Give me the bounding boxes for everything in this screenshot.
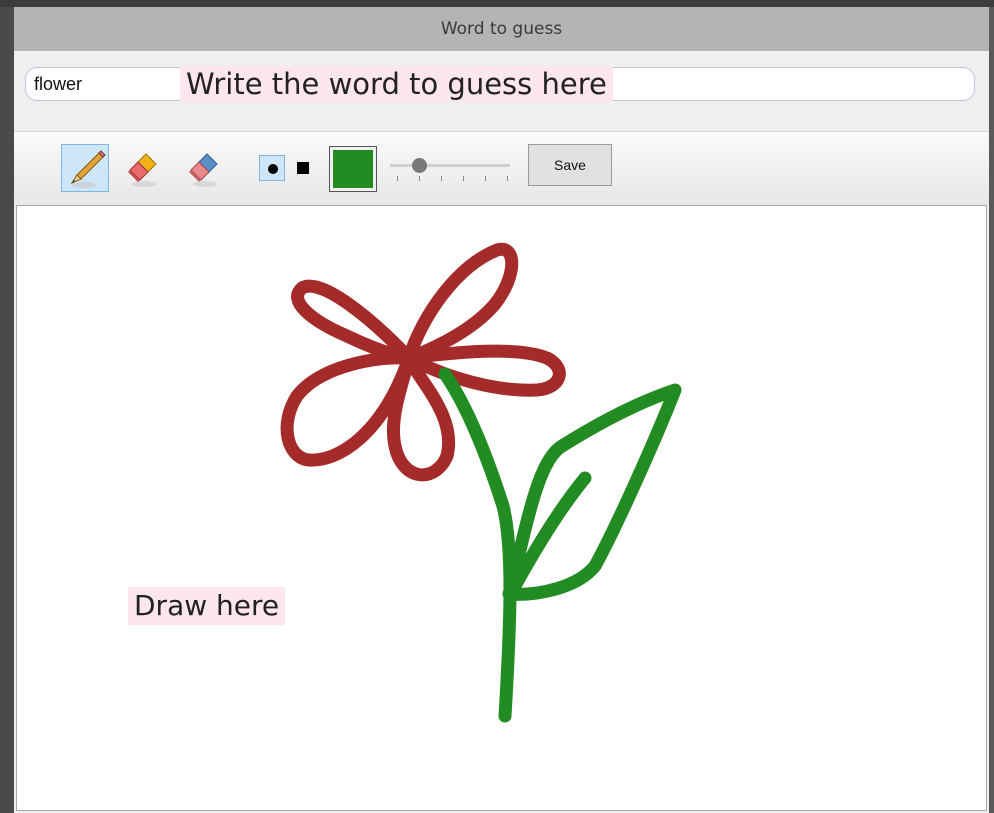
round-brush-button[interactable] [259, 155, 285, 181]
app-window: Word to guess Write the word to guess he… [14, 7, 989, 813]
eraser-icon [189, 153, 218, 187]
drawing-canvas[interactable]: Draw here [16, 205, 987, 811]
flower-petals [280, 242, 566, 482]
color-picker-button[interactable] [329, 146, 377, 192]
slider-tick [419, 176, 420, 181]
petal-stroke [291, 279, 416, 365]
save-button-label: Save [554, 157, 586, 173]
slider-tick [485, 176, 486, 181]
word-input-hint: Write the word to guess here [180, 66, 613, 102]
drawing-toolbar: Save [14, 132, 989, 205]
slider-thumb[interactable] [412, 158, 427, 173]
slider-track [390, 164, 510, 167]
selected-color-swatch [333, 150, 373, 188]
word-entry-area: Write the word to guess here [14, 51, 989, 132]
pencil-icon [70, 150, 106, 188]
canvas-hint: Draw here [128, 587, 286, 625]
eraser-tool-button[interactable] [183, 144, 231, 192]
slider-tick [441, 176, 442, 181]
window-title: Word to guess [440, 19, 563, 39]
circle-icon [268, 164, 278, 174]
slider-tick [507, 176, 508, 181]
highlighter-eraser-tool-button[interactable] [122, 144, 170, 192]
square-icon [297, 162, 309, 174]
highlighter-eraser-icon [128, 153, 157, 187]
screen-top-edge [0, 0, 994, 7]
pencil-tool-button[interactable] [61, 144, 109, 192]
save-button[interactable]: Save [528, 144, 612, 186]
stem-stroke [438, 367, 517, 723]
slider-tick [463, 176, 464, 181]
flower-stem-and-leaf [438, 367, 682, 723]
screen-left-edge [0, 7, 14, 813]
canvas-drawing [280, 242, 682, 723]
slider-tick [397, 176, 398, 181]
square-brush-button[interactable] [290, 155, 316, 181]
brush-size-slider[interactable] [390, 152, 512, 188]
title-bar: Word to guess [14, 7, 989, 51]
petal-stroke [402, 242, 519, 365]
